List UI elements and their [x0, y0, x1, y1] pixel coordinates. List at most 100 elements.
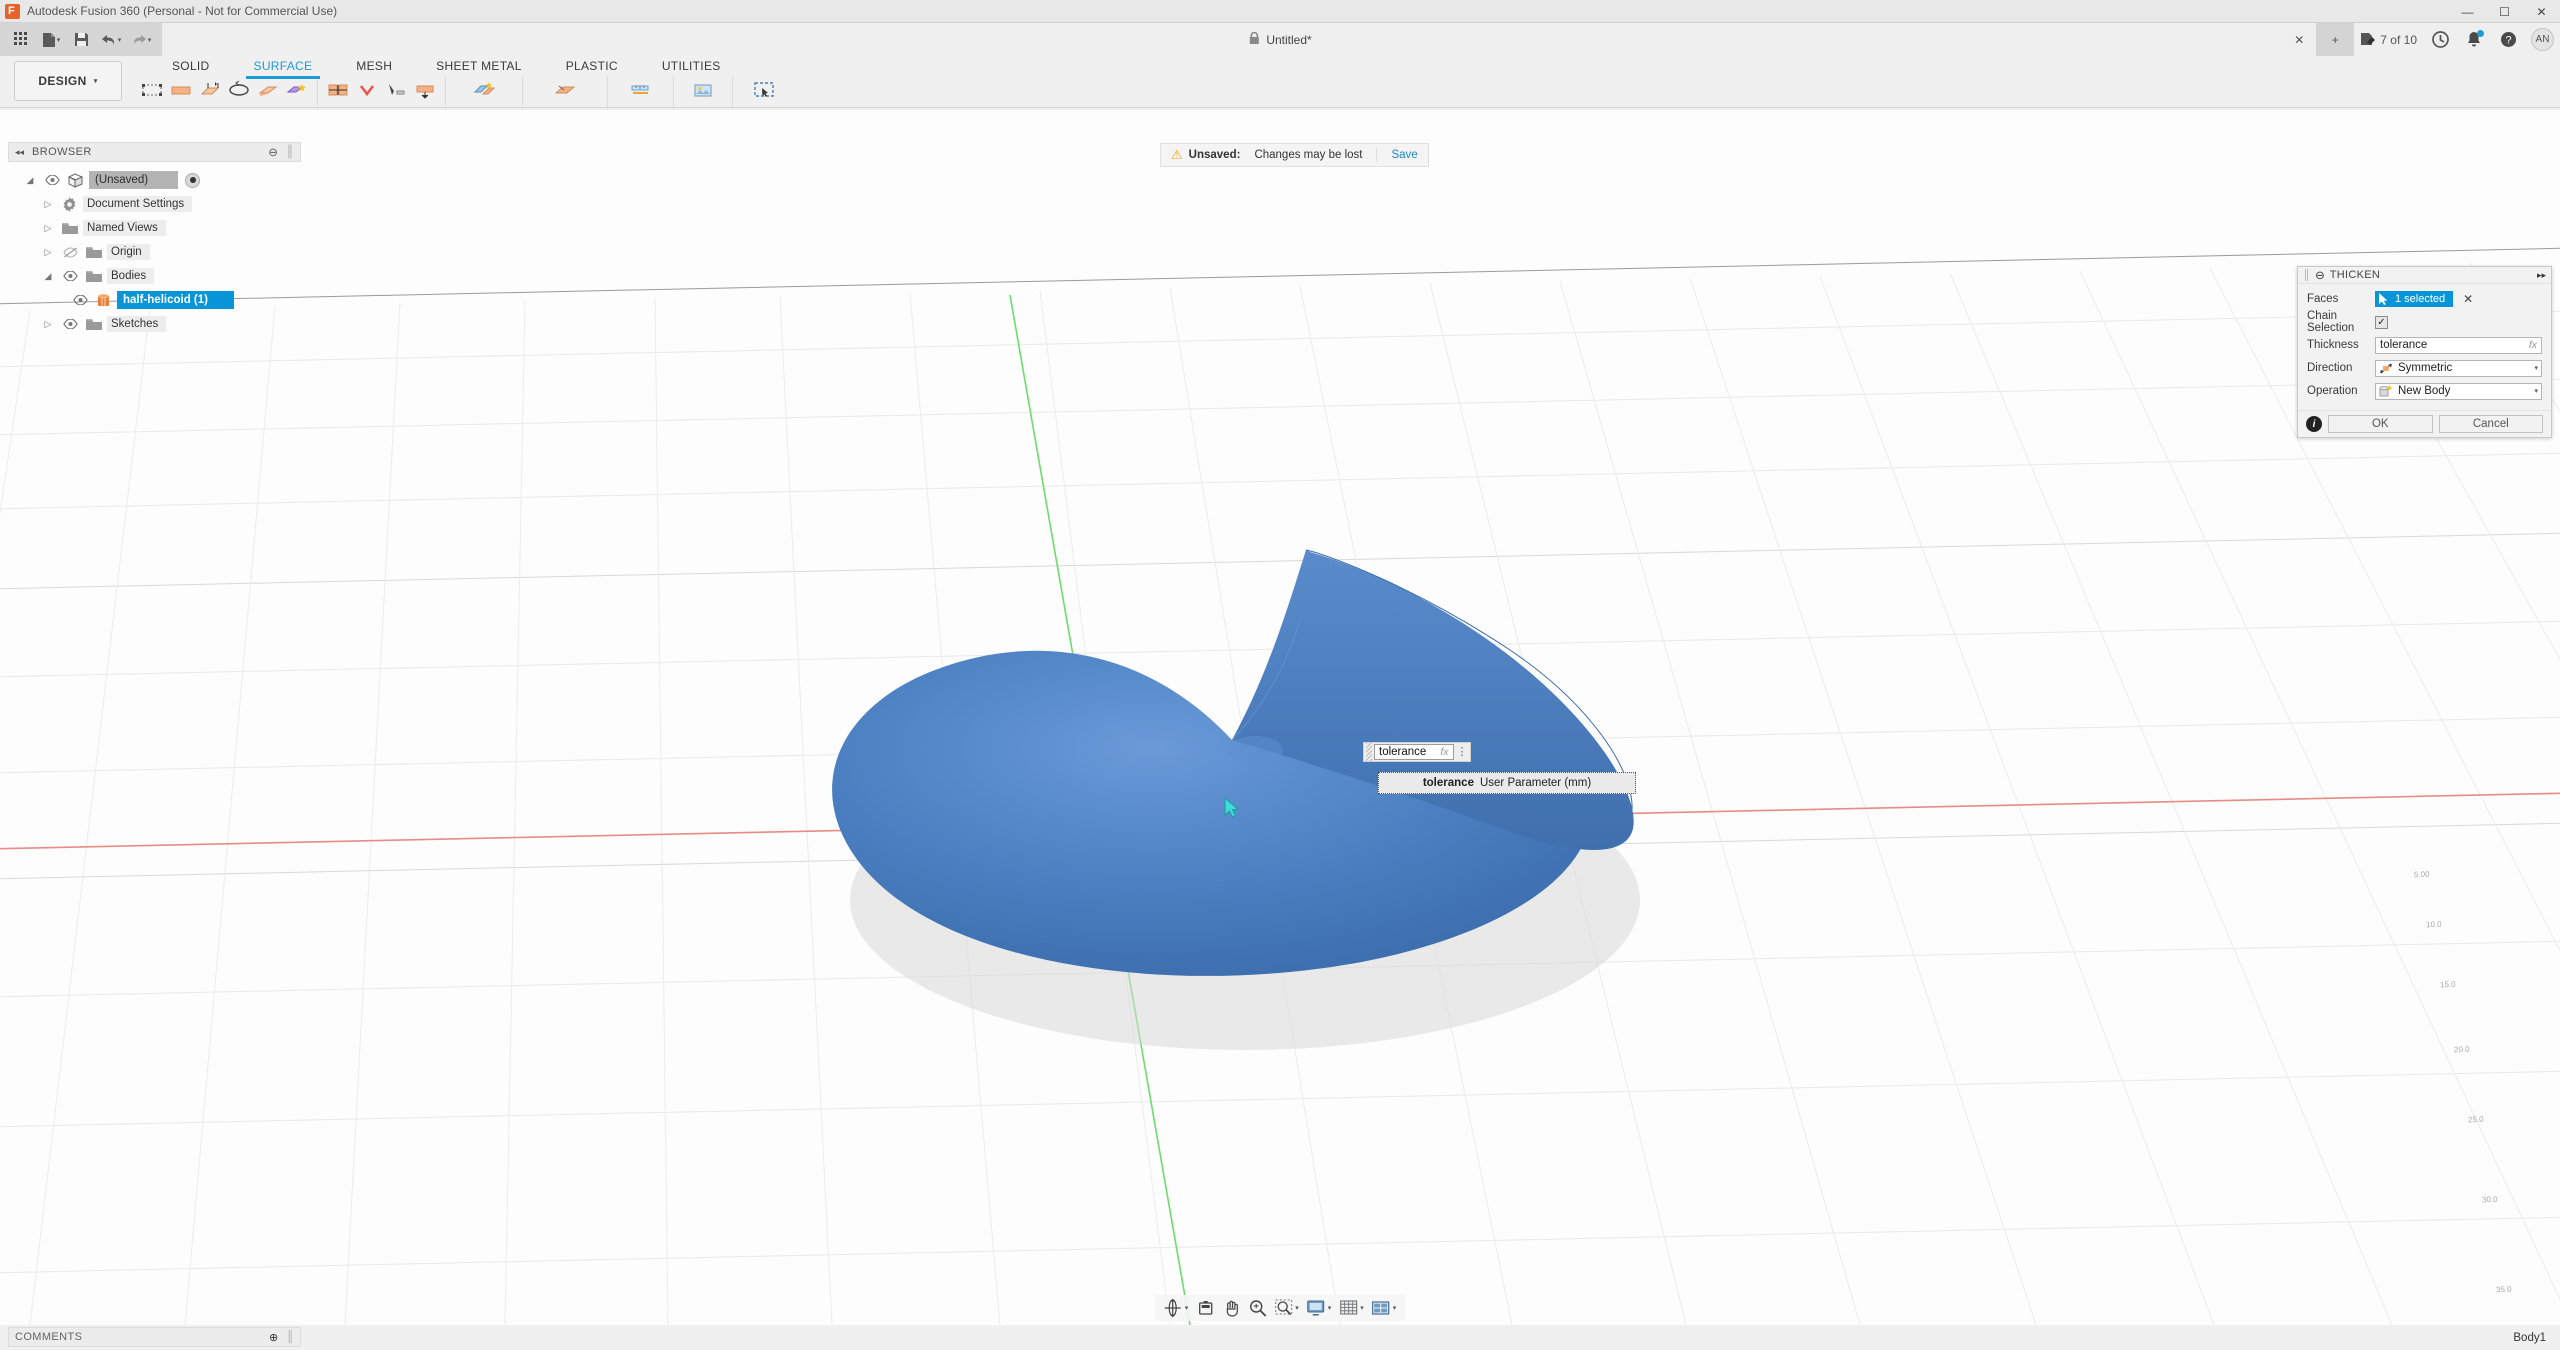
canvas-thickness-input[interactable]: tolerance fx [1374, 744, 1454, 760]
faces-selection-button[interactable]: 1 selected [2375, 291, 2453, 307]
press-pull-icon[interactable] [325, 77, 351, 103]
comments-panel[interactable]: COMMENTS ⊕ ║ [8, 1327, 301, 1347]
tree-node-half-helicoid[interactable]: half-helicoid (1) [8, 288, 301, 312]
browser-settings-icon[interactable]: ⊖ [268, 145, 278, 159]
tree-node-origin[interactable]: ▷ Origin [8, 240, 301, 264]
chevron-down-icon[interactable]: ▾ [1185, 1304, 1189, 1312]
browser-collapse-icon[interactable]: ◂◂ [15, 147, 24, 158]
file-icon[interactable]: ▾ [38, 27, 64, 53]
add-comment-icon[interactable]: ⊕ [269, 1331, 278, 1344]
direction-dropdown[interactable]: Symmetric ▾ [2375, 360, 2542, 377]
pan-icon[interactable] [1219, 1297, 1243, 1319]
ok-button[interactable]: OK [2328, 415, 2433, 433]
input-menu-icon[interactable]: ⋮ [1454, 748, 1470, 756]
dialog-resize-handle[interactable]: ║ [2303, 270, 2310, 281]
save-link[interactable]: Save [1391, 149, 1417, 161]
extend-icon[interactable] [412, 77, 438, 103]
expand-arrow-icon[interactable]: ▷ [40, 319, 56, 330]
info-icon[interactable]: i [2306, 416, 2322, 432]
sketch-icon[interactable] [139, 77, 165, 103]
viewport-canvas[interactable]: 5.00 10.0 15.0 20.0 25.0 30.0 35.0 15 20… [0, 110, 2560, 1325]
tab-plastic[interactable]: PLASTIC [544, 56, 640, 76]
dialog-collapse-icon[interactable]: ⊖ [2315, 268, 2325, 282]
cancel-button[interactable]: Cancel [2439, 415, 2544, 433]
fillet-icon[interactable] [354, 77, 380, 103]
chain-selection-checkbox[interactable]: ✓ [2375, 316, 2388, 329]
expand-arrow-icon[interactable]: ▷ [40, 199, 56, 210]
visibility-eye-icon[interactable] [70, 295, 90, 305]
activate-component-radio[interactable] [185, 173, 200, 188]
expand-arrow-icon[interactable]: ▷ [40, 247, 56, 258]
job-status-icon[interactable]: 7 of 10 [2354, 23, 2423, 56]
browser-resize-handle[interactable]: ║ [286, 146, 294, 158]
chevron-down-icon[interactable]: ▾ [1360, 1304, 1364, 1312]
look-at-icon[interactable] [1193, 1297, 1217, 1319]
avatar[interactable]: AN [2525, 23, 2560, 56]
visibility-eye-icon[interactable] [42, 175, 62, 185]
clock-icon[interactable] [2423, 23, 2457, 56]
maximize-button[interactable]: ☐ [2486, 0, 2523, 23]
visibility-eye-off-icon[interactable] [60, 247, 80, 258]
revolve-icon[interactable] [197, 77, 223, 103]
tab-sheet-metal[interactable]: SHEET METAL [414, 56, 544, 76]
close-tab-button[interactable]: ✕ [2282, 23, 2316, 56]
fit-icon[interactable]: ▾ [1271, 1297, 1302, 1319]
loft-icon[interactable] [255, 77, 281, 103]
patch-icon[interactable] [284, 77, 310, 103]
measure-icon[interactable] [627, 77, 653, 103]
redo-icon[interactable]: ▾ [128, 27, 154, 53]
tab-mesh[interactable]: MESH [334, 56, 414, 76]
comments-resize-handle[interactable]: ║ [286, 1331, 294, 1343]
tree-node-document-settings[interactable]: ▷ Document Settings [8, 192, 301, 216]
tab-solid[interactable]: SOLID [150, 56, 232, 76]
viewports-icon[interactable]: ▾ [1369, 1297, 1400, 1319]
new-tab-button[interactable]: + [2316, 23, 2354, 56]
display-settings-icon[interactable]: ▾ [1304, 1297, 1335, 1319]
chevron-down-icon[interactable]: ▾ [2534, 387, 2538, 395]
tree-node-sketches[interactable]: ▷ Sketches [8, 312, 301, 336]
zoom-icon[interactable] [1245, 1297, 1269, 1319]
expand-arrow-icon[interactable]: ◢ [40, 271, 56, 282]
save-icon[interactable] [68, 27, 94, 53]
tree-node-named-views[interactable]: ▷ Named Views [8, 216, 301, 240]
fx-icon[interactable]: fx [2529, 339, 2537, 351]
chevron-down-icon[interactable]: ▾ [1328, 1304, 1332, 1312]
workspace-selector[interactable]: DESIGN ▾ [14, 61, 122, 101]
joint-icon[interactable] [471, 77, 497, 103]
thickness-input[interactable]: tolerance fx [2375, 337, 2542, 354]
tree-node-bodies[interactable]: ◢ Bodies [8, 264, 301, 288]
tab-utilities[interactable]: UTILITIES [640, 56, 743, 76]
document-tab[interactable]: Untitled* [1248, 32, 1311, 48]
chevron-down-icon[interactable]: ▾ [1393, 1304, 1397, 1312]
help-icon[interactable]: ? [2491, 23, 2525, 56]
visibility-eye-icon[interactable] [60, 271, 80, 281]
dialog-expand-icon[interactable]: ▸▸ [2537, 270, 2546, 281]
sweep-icon[interactable] [226, 77, 252, 103]
operation-dropdown[interactable]: New Body ▾ [2375, 383, 2542, 400]
undo-icon[interactable]: ▾ [98, 27, 124, 53]
minimize-button[interactable]: — [2449, 0, 2486, 23]
extrude-icon[interactable] [168, 77, 194, 103]
new-body-icon [2379, 385, 2393, 398]
expand-arrow-icon[interactable]: ◢ [22, 175, 38, 186]
visibility-eye-icon[interactable] [60, 319, 80, 329]
autocomplete-suggestion[interactable]: tolerance User Parameter (mm) [1378, 772, 1636, 794]
insert-mcmaster-icon[interactable] [690, 77, 716, 103]
input-drag-handle[interactable] [1366, 743, 1372, 761]
folder-icon [60, 222, 79, 235]
trim-icon[interactable] [383, 77, 409, 103]
select-window-icon[interactable] [751, 77, 777, 103]
fx-icon[interactable]: fx [1440, 746, 1448, 758]
orbit-icon[interactable]: ▾ [1161, 1297, 1192, 1319]
grid-snaps-icon[interactable]: ▾ [1336, 1297, 1367, 1319]
chevron-down-icon[interactable]: ▾ [1295, 1304, 1299, 1312]
tab-surface[interactable]: SURFACE [232, 56, 335, 76]
close-window-button[interactable]: ✕ [2523, 0, 2560, 23]
clear-selection-icon[interactable]: ✕ [2463, 292, 2473, 306]
chevron-down-icon[interactable]: ▾ [2534, 364, 2538, 372]
plane-icon[interactable] [552, 77, 578, 103]
bell-icon[interactable] [2457, 23, 2491, 56]
tree-node-unsaved[interactable]: ◢ (Unsaved) [8, 168, 301, 192]
expand-arrow-icon[interactable]: ▷ [40, 223, 56, 234]
grid-apps-icon[interactable] [8, 27, 34, 53]
